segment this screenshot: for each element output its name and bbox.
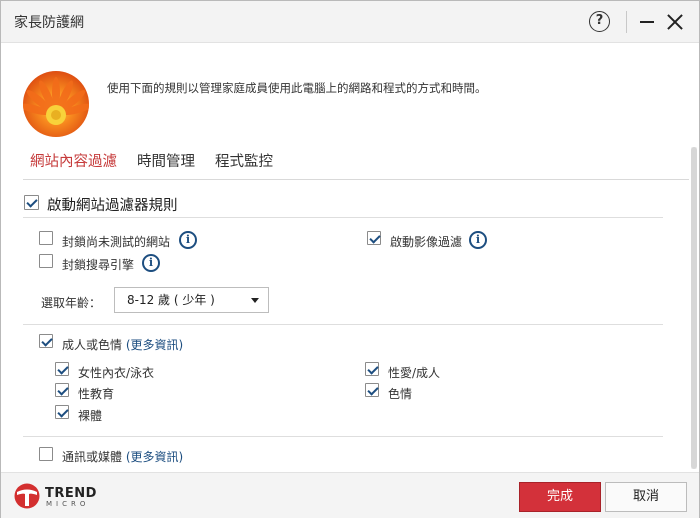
category-adult-name: 成人或色情 [62, 338, 123, 352]
title-bar: 家長防護網 ? [1, 1, 699, 43]
intro-text: 使用下面的規則以管理家庭成員使用此電腦上的網路和程式的方式和時間。 [107, 81, 487, 95]
subcategory-sex-adult-label: 性愛/成人 [388, 366, 441, 380]
block-search-label: 封鎖搜尋引擎 [62, 258, 135, 272]
age-label: 選取年齡： [41, 296, 102, 310]
subcategory-sex-adult-checkbox[interactable] [365, 362, 379, 376]
tab-time-management[interactable]: 時間管理 [137, 153, 195, 175]
help-icon[interactable]: ? [589, 11, 610, 32]
user-avatar [23, 71, 89, 137]
subcategory-nudity-label: 裸體 [78, 409, 103, 423]
subcategory-sex-education-label: 性教育 [78, 387, 115, 401]
window-title: 家長防護網 [14, 15, 84, 31]
subcategory-sex-education-checkbox[interactable] [55, 383, 69, 397]
tab-web-filter[interactable]: 網站內容過濾 [30, 153, 117, 175]
block-search-checkbox[interactable] [39, 254, 53, 268]
minimize-button[interactable] [640, 21, 654, 23]
chevron-down-icon[interactable] [251, 298, 259, 303]
enable-filter-label: 啟動網站過濾器規則 [47, 198, 178, 214]
logo-subtext: MICRO [46, 500, 90, 508]
subcategory-lingerie-label: 女性內衣/泳衣 [78, 366, 155, 380]
age-select-value: 8-12 歲 ( 少年 ) [127, 293, 215, 307]
image-filter-label: 啟動影像過濾 [390, 235, 463, 249]
done-button[interactable]: 完成 [519, 482, 601, 512]
category-adult-label: 成人或色情 (更多資訊) [62, 336, 183, 353]
category-communication-checkbox[interactable] [39, 447, 53, 461]
subcategory-pornography-label: 色情 [388, 387, 413, 401]
section-divider [23, 217, 663, 218]
trend-micro-logo-icon [14, 483, 40, 509]
more-info-link[interactable]: (更多資訊) [126, 450, 183, 464]
subcategory-pornography-checkbox[interactable] [365, 383, 379, 397]
title-separator [626, 11, 627, 33]
more-info-link[interactable]: (更多資訊) [126, 338, 183, 352]
block-untested-checkbox[interactable] [39, 231, 53, 245]
cancel-button[interactable]: 取消 [605, 482, 687, 512]
section-divider [23, 324, 663, 325]
section-divider [23, 436, 663, 437]
logo-text: TREND [45, 486, 97, 501]
subcategory-nudity-checkbox[interactable] [55, 405, 69, 419]
parental-controls-window: 家長防護網 ? 使用下面的規則以管理家庭成員使用此電腦上的網路和程式的方式和時間… [0, 0, 700, 518]
info-icon[interactable]: i [179, 231, 197, 249]
category-adult-checkbox[interactable] [39, 334, 53, 348]
tab-program-monitor[interactable]: 程式監控 [215, 153, 273, 175]
info-icon[interactable]: i [142, 254, 160, 272]
close-button[interactable] [665, 12, 685, 32]
subcategory-lingerie-checkbox[interactable] [55, 362, 69, 376]
scrollbar-thumb[interactable] [691, 147, 697, 469]
block-untested-label: 封鎖尚未測試的網站 [62, 235, 171, 249]
category-communication-label: 通訊或媒體 (更多資訊) [62, 448, 183, 465]
info-icon[interactable]: i [469, 231, 487, 249]
image-filter-checkbox[interactable] [367, 231, 381, 245]
category-communication-name: 通訊或媒體 [62, 450, 123, 464]
tab-divider [23, 179, 689, 180]
tab-bar: 網站內容過濾 時間管理 程式監控 [30, 153, 293, 175]
enable-filter-checkbox[interactable] [24, 195, 39, 210]
age-select[interactable]: 8-12 歲 ( 少年 ) [114, 287, 269, 313]
